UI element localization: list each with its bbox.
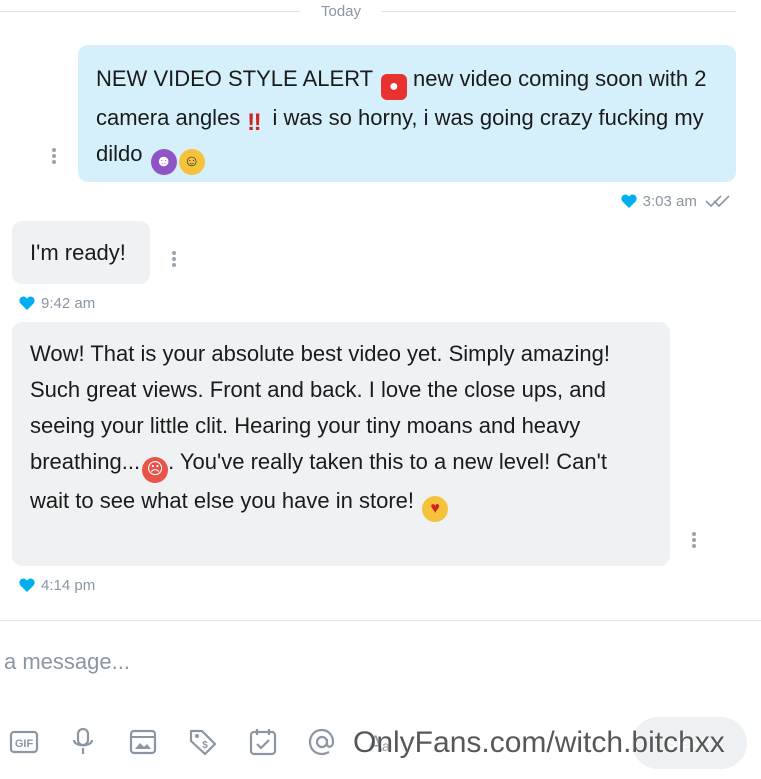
hot-face-emoji-icon: ☹ xyxy=(142,457,169,483)
kiss-emoji-icon: ♥ xyxy=(422,496,449,522)
incoming-message-bubble: I'm ready! xyxy=(12,221,150,284)
message-time: 3:03 am xyxy=(642,193,697,210)
message-meta: 9:42 am xyxy=(19,295,95,312)
image-icon[interactable] xyxy=(128,727,158,757)
smiling-devil-emoji-icon: ☻ xyxy=(150,149,177,175)
calendar-icon[interactable] xyxy=(248,727,278,757)
message-options-icon[interactable] xyxy=(52,148,56,164)
price-tag-icon[interactable]: $ xyxy=(188,727,218,757)
date-divider-left-line xyxy=(0,11,300,12)
message-text: I'm ready! xyxy=(30,240,126,265)
smirk-emoji-icon: ☺ xyxy=(178,149,205,175)
message-input[interactable] xyxy=(0,644,748,680)
svg-text:GIF: GIF xyxy=(15,738,34,750)
message-time: 9:42 am xyxy=(41,295,96,312)
heart-icon[interactable] xyxy=(19,578,35,592)
heart-icon[interactable] xyxy=(621,194,637,208)
double-exclamation-emoji-icon: ‼ xyxy=(247,109,262,136)
message-options-icon[interactable] xyxy=(172,251,176,267)
date-divider-right-line xyxy=(382,11,736,12)
mention-icon[interactable] xyxy=(307,727,337,757)
incoming-message-bubble: Wow! That is your absolute best video ye… xyxy=(12,322,670,566)
outgoing-message-bubble: NEW VIDEO STYLE ALERT ● new video coming… xyxy=(78,45,736,182)
composer-divider xyxy=(0,620,761,621)
message-text: NEW VIDEO STYLE ALERT xyxy=(96,66,373,91)
gif-icon[interactable]: GIF xyxy=(9,727,39,757)
message-options-icon[interactable] xyxy=(692,532,696,548)
svg-text:$: $ xyxy=(202,740,208,751)
message-meta: 4:14 pm xyxy=(19,577,95,594)
date-divider-label: Today xyxy=(320,3,362,20)
heart-icon[interactable] xyxy=(19,296,35,310)
siren-emoji-icon: ● xyxy=(380,74,407,100)
microphone-icon[interactable] xyxy=(68,727,98,757)
double-check-icon xyxy=(705,195,730,208)
message-meta: 3:03 am xyxy=(621,193,731,210)
message-time: 4:14 pm xyxy=(41,577,96,594)
watermark: OnlyFans.com/witch.bitchxx xyxy=(353,726,725,759)
